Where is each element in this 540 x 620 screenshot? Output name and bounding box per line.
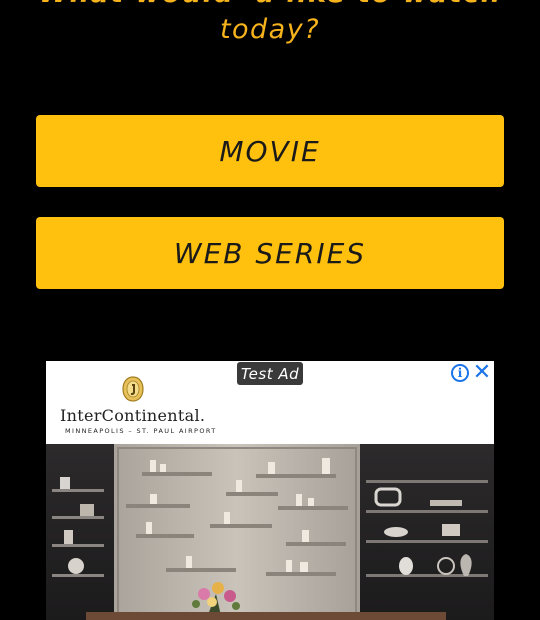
prompt-line-1: What would 'u like to watch xyxy=(0,0,540,12)
ad-hotel-lobby-image xyxy=(46,444,494,620)
info-icon[interactable]: i xyxy=(451,364,469,382)
movie-button[interactable]: MOVIE xyxy=(36,115,504,187)
prompt-heading: What would 'u like to watch today? xyxy=(0,0,540,48)
prompt-line-2: today? xyxy=(219,14,321,45)
brand-location: MINNEAPOLIS – ST. PAUL AIRPORT xyxy=(65,427,217,435)
intercontinental-logo-icon xyxy=(122,376,144,402)
screen: What would 'u like to watch today? MOVIE… xyxy=(0,0,540,620)
web-series-button[interactable]: WEB SERIES xyxy=(36,217,504,289)
test-ad-badge: Test Ad xyxy=(237,362,303,385)
brand-name: InterContinental. xyxy=(60,406,206,425)
ad-banner[interactable]: InterContinental. MINNEAPOLIS – ST. PAUL… xyxy=(46,361,494,620)
close-icon[interactable]: ✕ xyxy=(472,362,492,384)
